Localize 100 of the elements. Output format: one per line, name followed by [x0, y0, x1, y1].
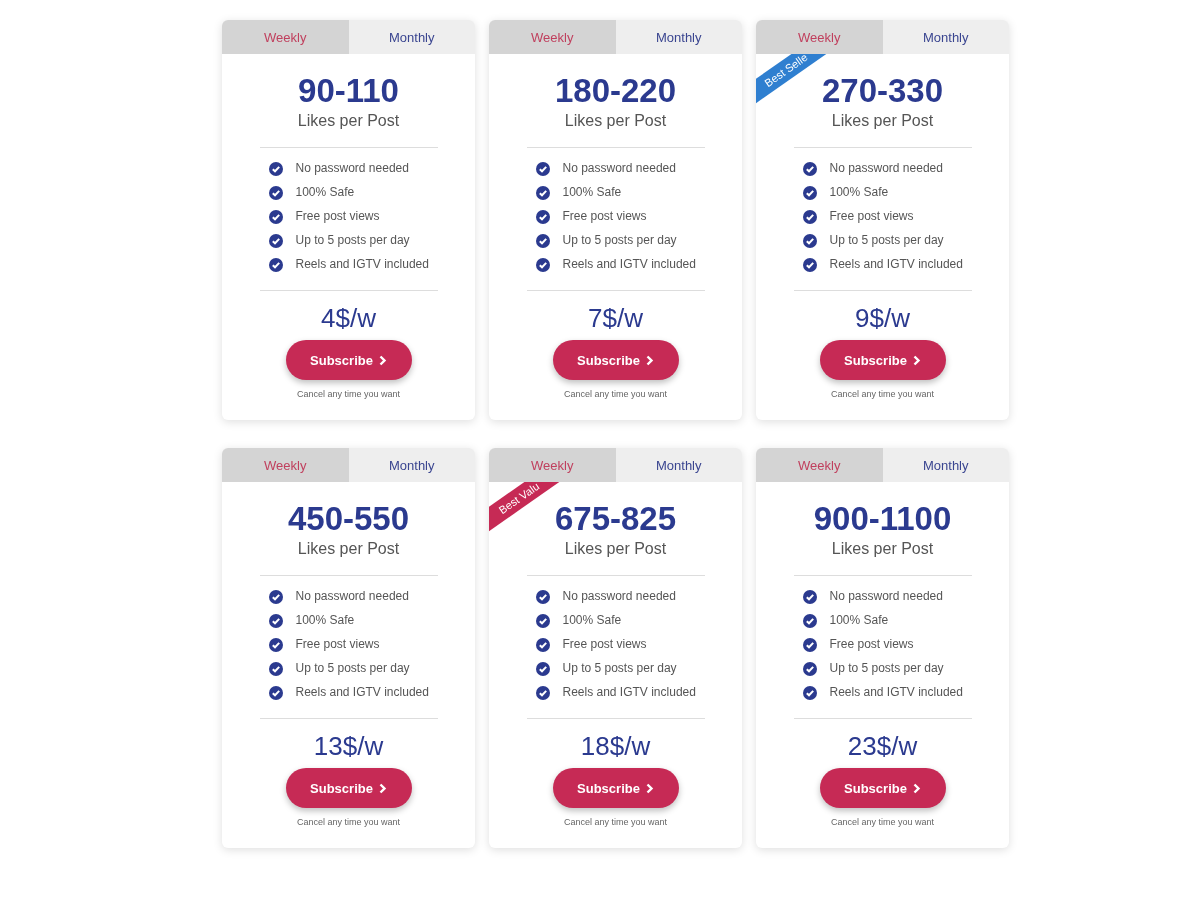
feature-text: Reels and IGTV included [562, 684, 696, 701]
feature-text: Free post views [829, 208, 914, 225]
feature-text: Reels and IGTV included [829, 256, 963, 273]
price: 4$/w [321, 303, 376, 334]
amount-unit: Likes per Post [831, 112, 934, 130]
chevron-right-icon [645, 782, 654, 794]
feature-text: Free post views [562, 208, 647, 225]
check-circle-icon [802, 685, 817, 700]
price: 23$/w [847, 731, 918, 762]
amount-unit: Likes per Post [297, 112, 400, 130]
check-circle-icon [535, 161, 550, 176]
feature-text: Reels and IGTV included [295, 256, 429, 273]
check-circle-icon [802, 185, 817, 200]
chevron-right-icon [912, 354, 921, 366]
subscribe-button[interactable]: Subscribe [819, 768, 946, 808]
check-circle-icon [268, 661, 283, 676]
price: 13$/w [313, 731, 384, 762]
chevron-right-icon [912, 782, 921, 794]
period-tab[interactable]: Weekly [756, 20, 883, 54]
cancel-note: Cancel any time you want [563, 817, 668, 827]
feature-text: 100% Safe [829, 612, 889, 629]
check-circle-icon [268, 637, 283, 652]
amount-unit: Likes per Post [564, 540, 667, 558]
amount-unit: Likes per Post [564, 112, 667, 130]
period-tab[interactable]: Weekly [222, 448, 349, 482]
feature-text: 100% Safe [829, 184, 889, 201]
likes-amount: 90-110 [298, 72, 399, 110]
cancel-note: Cancel any time you want [830, 817, 935, 827]
period-tab[interactable]: Monthly [615, 448, 742, 482]
feature-text: Up to 5 posts per day [295, 660, 410, 677]
cancel-note: Cancel any time you want [830, 389, 935, 399]
feature-text: No password needed [562, 588, 676, 605]
chevron-right-icon [378, 782, 387, 794]
likes-amount: 675-825 [554, 500, 677, 538]
feature-text: Reels and IGTV included [295, 684, 429, 701]
feature-text: Up to 5 posts per day [562, 232, 677, 249]
likes-amount: 180-220 [554, 72, 677, 110]
subscribe-button[interactable]: Subscribe [552, 340, 679, 380]
feature-text: No password needed [562, 160, 676, 177]
chevron-right-icon [378, 354, 387, 366]
feature-text: No password needed [829, 160, 943, 177]
period-tab[interactable]: Weekly [489, 448, 616, 482]
check-circle-icon [535, 589, 550, 604]
feature-text: Free post views [295, 208, 380, 225]
subscribe-button[interactable]: Subscribe [285, 768, 412, 808]
check-circle-icon [268, 161, 283, 176]
feature-text: Up to 5 posts per day [829, 660, 944, 677]
check-circle-icon [802, 161, 817, 176]
cancel-note: Cancel any time you want [563, 389, 668, 399]
feature-text: 100% Safe [562, 612, 622, 629]
subscribe-button[interactable]: Subscribe [819, 340, 946, 380]
check-circle-icon [535, 209, 550, 224]
period-tab[interactable]: Monthly [882, 20, 1009, 54]
feature-text: Reels and IGTV included [562, 256, 696, 273]
period-tab[interactable]: Monthly [882, 448, 1009, 482]
price: 7$/w [588, 303, 643, 334]
likes-amount: 450-550 [287, 500, 410, 538]
period-tab[interactable]: Weekly [489, 20, 616, 54]
feature-text: No password needed [295, 588, 409, 605]
feature-text: Up to 5 posts per day [829, 232, 944, 249]
amount-unit: Likes per Post [297, 540, 400, 558]
period-tab[interactable]: Monthly [615, 20, 742, 54]
check-circle-icon [802, 613, 817, 628]
period-tab[interactable]: Monthly [348, 20, 475, 54]
check-circle-icon [802, 661, 817, 676]
check-circle-icon [268, 613, 283, 628]
check-circle-icon [535, 185, 550, 200]
feature-text: Free post views [829, 636, 914, 653]
check-circle-icon [268, 685, 283, 700]
check-circle-icon [802, 637, 817, 652]
check-circle-icon [268, 209, 283, 224]
feature-text: Up to 5 posts per day [295, 232, 410, 249]
feature-text: No password needed [829, 588, 943, 605]
cancel-note: Cancel any time you want [296, 389, 401, 399]
period-tab[interactable]: Weekly [756, 448, 883, 482]
check-circle-icon [268, 589, 283, 604]
amount-unit: Likes per Post [831, 540, 934, 558]
check-circle-icon [268, 257, 283, 272]
period-tab[interactable]: Monthly [348, 448, 475, 482]
subscribe-button[interactable]: Subscribe [552, 768, 679, 808]
period-tab[interactable]: Weekly [222, 20, 349, 54]
check-circle-icon [802, 233, 817, 248]
check-circle-icon [802, 589, 817, 604]
feature-text: No password needed [295, 160, 409, 177]
check-circle-icon [268, 233, 283, 248]
feature-text: Free post views [295, 636, 380, 653]
check-circle-icon [535, 613, 550, 628]
subscribe-button[interactable]: Subscribe [285, 340, 412, 380]
feature-text: Up to 5 posts per day [562, 660, 677, 677]
chevron-right-icon [645, 354, 654, 366]
check-circle-icon [268, 185, 283, 200]
check-circle-icon [535, 661, 550, 676]
likes-amount: 270-330 [821, 72, 944, 110]
cancel-note: Cancel any time you want [296, 817, 401, 827]
check-circle-icon [535, 685, 550, 700]
feature-text: 100% Safe [295, 612, 355, 629]
check-circle-icon [535, 257, 550, 272]
feature-text: 100% Safe [295, 184, 355, 201]
check-circle-icon [535, 637, 550, 652]
likes-amount: 900-1100 [813, 500, 952, 538]
